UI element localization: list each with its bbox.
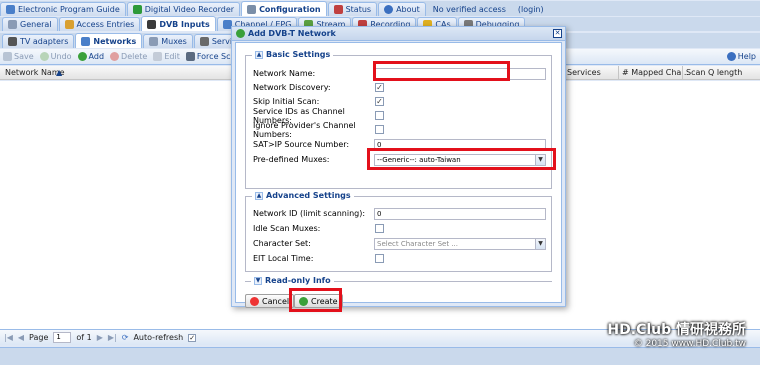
tab-general[interactable]: General [2,17,58,31]
tab-networks[interactable]: Networks [75,33,143,48]
tab-about[interactable]: About [378,2,426,16]
add-icon [236,29,245,38]
adapter-icon [8,37,17,46]
add-network-dialog: Add DVB-T Network ✕ ▲ Basic Settings Net… [231,26,566,312]
status-bar [0,347,760,365]
tab-epg[interactable]: Electronic Program Guide [0,2,126,16]
tools-icon [8,20,17,29]
dialog-title: Add DVB-T Network [248,29,336,38]
scan-icon [185,52,195,61]
network-discovery-checkbox[interactable]: ✓ [375,83,384,92]
ignore-provider-checkbox[interactable] [375,125,384,134]
basic-settings-fieldset: ▲ Basic Settings Network Name: Network D… [245,50,556,189]
tab-status[interactable]: Status [327,2,378,16]
epg-icon [6,5,15,14]
sort-asc-icon: ▲ [56,68,63,77]
collapse-icon[interactable]: ▲ [255,191,263,200]
readonly-info-fieldset: ▼ Read-only Info [245,276,552,285]
highlight-network-name [373,61,510,81]
page-input[interactable]: 1 [53,332,72,343]
tab-access-entries[interactable]: Access Entries [58,17,141,31]
status-icon [333,5,343,14]
undo-button[interactable]: Undo [39,52,72,61]
last-page-icon[interactable]: ▶| [108,333,117,342]
prev-page-icon[interactable]: ◀ [18,333,24,342]
wrench-icon [247,4,257,14]
col-mapped-channels[interactable]: # Mapped Cha... [622,68,689,77]
tab-dvr[interactable]: Digital Video Recorder [126,2,241,16]
network-icon [81,36,91,46]
idle-scan-checkbox[interactable] [375,224,384,233]
key-icon [64,20,74,29]
add-button[interactable]: Add [77,52,104,61]
col-services[interactable]: Services [567,68,601,77]
help-icon [726,52,736,61]
collapse-icon[interactable]: ▼ [254,276,262,285]
skip-initial-scan-checkbox[interactable]: ✓ [375,97,384,106]
col-scan-q-length[interactable]: Scan Q length [686,68,742,77]
chevron-down-icon: ▼ [535,238,545,249]
tab-dvb-inputs[interactable]: DVB Inputs [141,16,216,31]
add-icon [77,52,87,61]
cancel-icon [250,296,259,306]
edit-icon [153,52,163,61]
delete-icon [110,52,120,61]
advanced-settings-fieldset: ▲ Advanced Settings Network ID (limit sc… [245,191,552,272]
next-page-icon[interactable]: ▶ [97,333,103,342]
network-id-input[interactable]: 0 [374,207,546,220]
highlight-create-button [289,288,342,312]
auto-refresh-checkbox[interactable]: ✓ [188,333,197,342]
main-tab-bar: Electronic Program Guide Digital Video R… [0,1,760,16]
mux-icon [149,37,159,46]
watermark: HD.Club 情研視務所 © 2015 www.HD.Club.tw [607,322,746,349]
service-ids-checkbox[interactable] [375,111,384,120]
dvr-icon [132,5,142,14]
refresh-icon[interactable]: ⟳ [122,333,129,342]
tv-icon [147,19,157,29]
tab-muxes[interactable]: Muxes [143,34,193,48]
save-button[interactable]: Save [3,52,34,61]
edit-button[interactable]: Edit [153,52,180,61]
services-icon [199,37,209,46]
tab-tv-adapters[interactable]: TV adapters [2,34,75,48]
access-status: No verified access [432,4,506,14]
delete-button[interactable]: Delete [110,52,147,61]
save-icon [3,52,12,61]
eit-local-time-checkbox[interactable] [375,254,384,263]
charset-select[interactable]: Select Character Set ... ▼ [374,237,546,250]
info-icon [384,5,394,14]
first-page-icon[interactable]: |◀ [4,333,13,342]
close-icon[interactable]: ✕ [553,29,562,38]
login-link[interactable]: (login) [512,2,550,16]
dialog-header: Add DVB-T Network [232,27,565,41]
collapse-icon[interactable]: ▲ [255,50,263,59]
tab-configuration[interactable]: Configuration [241,1,327,16]
undo-icon [39,52,49,61]
cancel-button[interactable]: Cancel [245,294,295,308]
highlight-predefined-muxes [367,148,556,170]
help-button[interactable]: Help [726,52,756,61]
dialog-body: ▲ Basic Settings Network Name: Network D… [235,42,562,312]
